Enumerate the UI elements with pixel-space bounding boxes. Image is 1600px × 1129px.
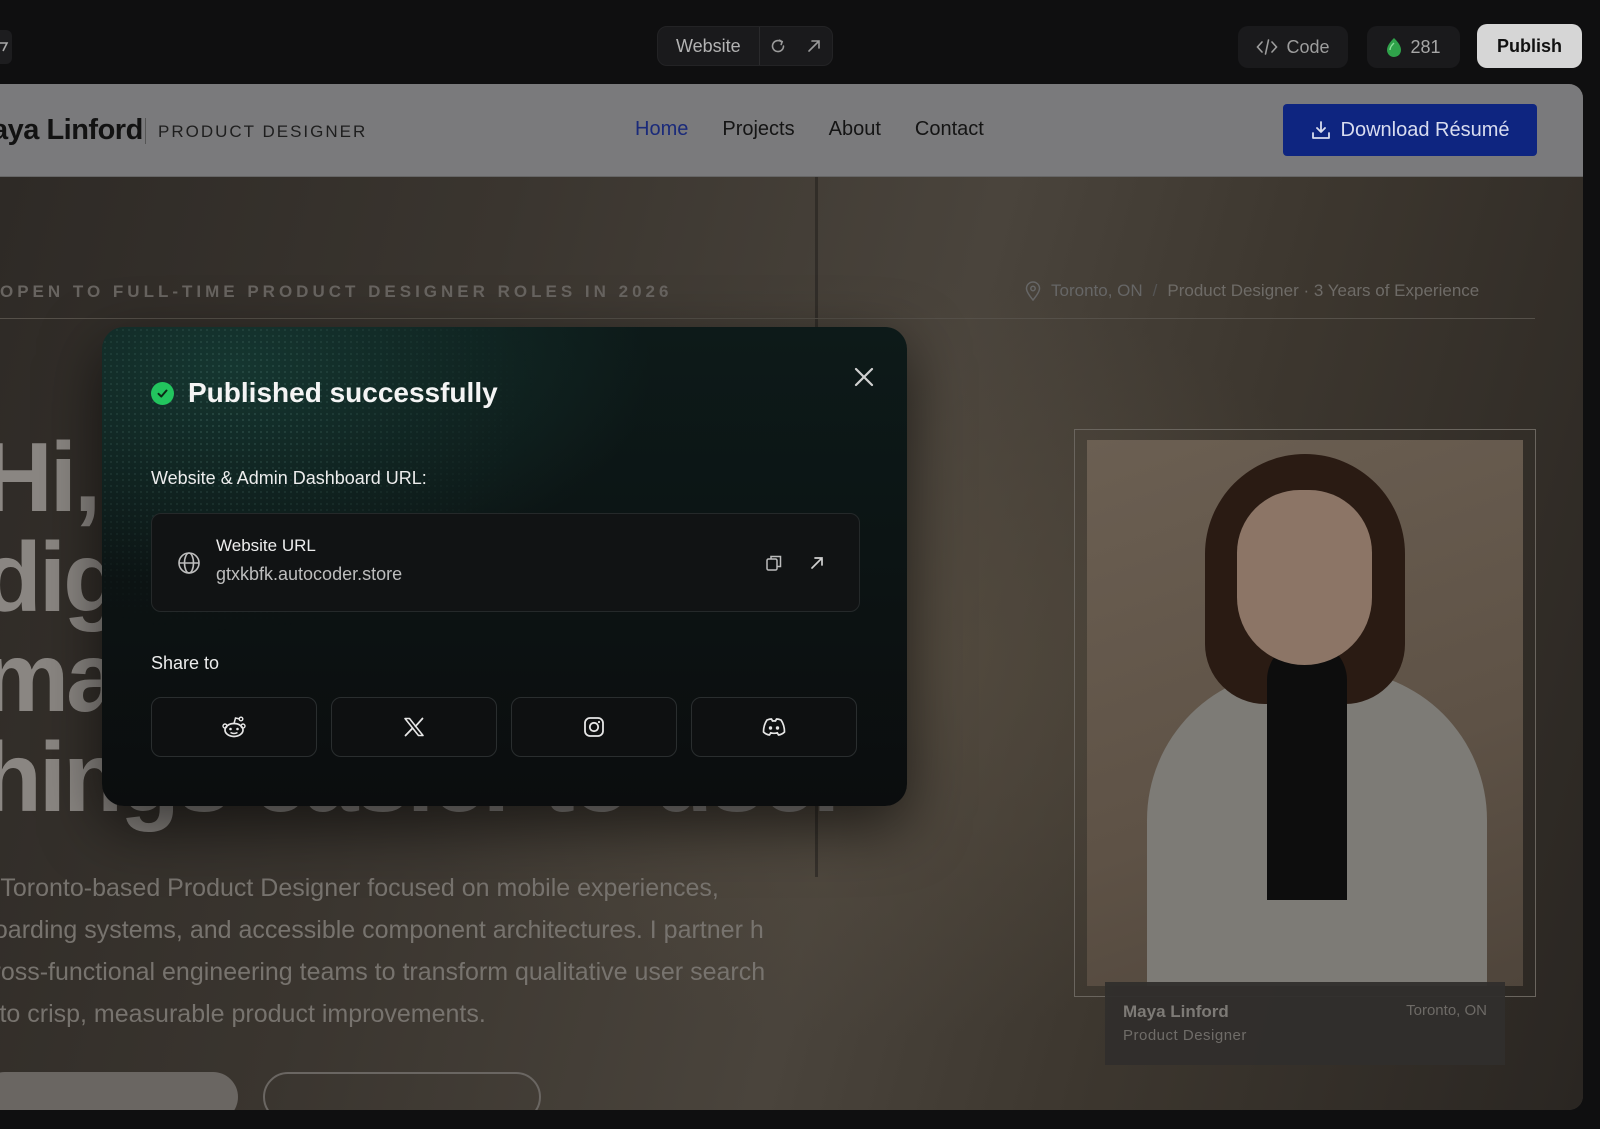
download-resume-button[interactable]: Download Résumé: [1283, 104, 1537, 156]
caption-role: Product Designer: [1123, 1027, 1247, 1044]
meta-separator: /: [1152, 281, 1158, 300]
discord-icon: [762, 718, 786, 736]
caption-name: Maya Linford: [1123, 1002, 1229, 1021]
website-url-value[interactable]: gtxkbfk.autocoder.store: [216, 564, 402, 585]
share-label: Share to: [151, 653, 220, 673]
preview-controls: Website: [657, 26, 833, 66]
credits-button[interactable]: 281: [1367, 26, 1460, 68]
nav-projects[interactable]: Projects: [722, 118, 794, 141]
code-icon: [1256, 39, 1279, 55]
download-icon: [1311, 121, 1330, 139]
code-button[interactable]: Code: [1238, 26, 1348, 68]
publish-button[interactable]: Publish: [1477, 24, 1582, 68]
reddit-icon: [222, 716, 246, 738]
nav-contact[interactable]: Contact: [915, 118, 984, 141]
brand-divider: [145, 118, 146, 144]
close-icon[interactable]: [846, 359, 882, 395]
share-x-button[interactable]: [331, 697, 497, 757]
share-discord-button[interactable]: [691, 697, 857, 757]
site-navbar: aya Linford PRODUCT DESIGNER Home Projec…: [0, 84, 1583, 177]
share-instagram-button[interactable]: [511, 697, 677, 757]
hero-secondary-button[interactable]: [263, 1072, 541, 1110]
portrait-photo: [1087, 440, 1523, 986]
view-mode-website[interactable]: Website: [658, 27, 760, 65]
open-external-icon[interactable]: [796, 27, 832, 65]
hero-primary-button[interactable]: [0, 1072, 238, 1110]
download-label: Download Résumé: [1340, 118, 1510, 141]
url-card-title: Website URL: [216, 536, 316, 555]
publish-success-modal: Published successfully Website & Admin D…: [102, 327, 907, 806]
success-check-icon: [151, 381, 174, 405]
refresh-icon[interactable]: [760, 27, 796, 65]
hero-location: Toronto, ON: [1051, 281, 1143, 300]
nav-about[interactable]: About: [829, 118, 881, 141]
modal-title: Published successfully: [188, 377, 498, 408]
hero-eyebrow: OPEN TO FULL-TIME PRODUCT DESIGNER ROLES…: [0, 282, 673, 301]
code-label: Code: [1286, 36, 1330, 57]
share-reddit-button[interactable]: [151, 697, 317, 757]
credit-icon: [1387, 38, 1402, 57]
hero-meta: Toronto, ON / Product Designer · 3 Years…: [1025, 281, 1479, 301]
hero-body: a Toronto-based Product Designer focused…: [0, 874, 766, 1028]
app-toolbar: Website Code 281 Publish: [0, 4, 1600, 84]
caption-location: Toronto, ON: [1406, 1002, 1487, 1019]
sidebar-toggle-icon[interactable]: [0, 30, 12, 64]
globe-icon: [178, 552, 200, 574]
site-brand[interactable]: aya Linford: [0, 114, 143, 147]
hero-experience: Product Designer · 3 Years of Experience: [1167, 281, 1480, 300]
bottom-bar: [0, 1110, 1600, 1129]
copy-icon[interactable]: [763, 552, 785, 574]
nav-home[interactable]: Home: [635, 118, 688, 141]
site-nav-links: Home Projects About Contact: [635, 118, 984, 141]
modal-header: Published successfully: [151, 377, 498, 409]
url-section-label: Website & Admin Dashboard URL:: [151, 468, 427, 488]
open-url-icon[interactable]: [806, 552, 828, 574]
credits-count: 281: [1410, 36, 1441, 57]
x-icon: [404, 717, 424, 737]
instagram-icon: [584, 717, 604, 737]
website-url-card: Website URL gtxkbfk.autocoder.store: [151, 513, 860, 612]
hero-divider: [0, 318, 1535, 319]
share-buttons: [151, 697, 857, 757]
portrait-caption: Maya Linford Product Designer Toronto, O…: [1105, 982, 1505, 1065]
location-pin-icon: [1025, 281, 1041, 301]
brand-role: PRODUCT DESIGNER: [158, 122, 368, 141]
